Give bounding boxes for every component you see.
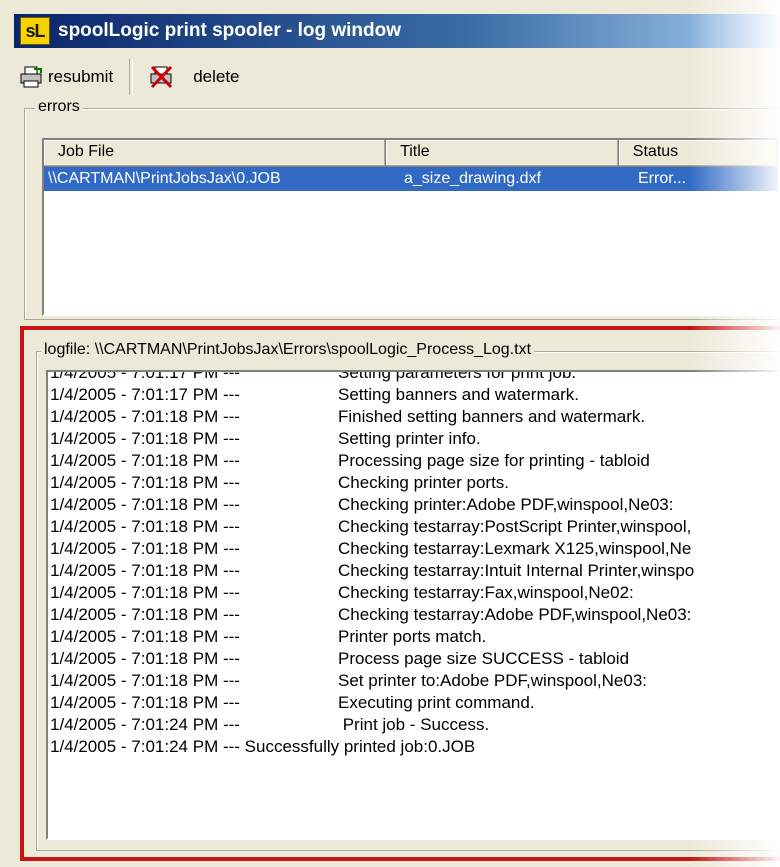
log-timestamp: 1/4/2005 - 7:01:18 PM --- [50, 495, 240, 514]
log-message: Processing page size for printing - tabl… [338, 451, 650, 470]
log-line: 1/4/2005 - 7:01:18 PM --- Process page si… [48, 648, 778, 670]
log-message: Printer ports match. [338, 627, 487, 646]
log-timestamp: 1/4/2005 - 7:01:18 PM --- [50, 539, 240, 558]
log-message: Checking testarray:Fax,winspool,Ne02: [338, 583, 634, 602]
log-timestamp: 1/4/2005 - 7:01:24 PM --- Successfully p… [50, 737, 476, 756]
log-message: Checking testarray:PostScript Printer,wi… [338, 517, 692, 536]
log-line: 1/4/2005 - 7:01:18 PM --- Processing page… [48, 450, 778, 472]
log-line: 1/4/2005 - 7:01:24 PM --- Successfully p… [48, 736, 778, 758]
delete-button[interactable]: delete [143, 61, 245, 93]
log-line: 1/4/2005 - 7:01:18 PM --- Setting printer… [48, 428, 778, 450]
resubmit-label: resubmit [48, 67, 114, 86]
log-timestamp: 1/4/2005 - 7:01:18 PM --- [50, 671, 240, 690]
log-message: Setting parameters for print job. [338, 370, 577, 382]
log-timestamp: 1/4/2005 - 7:01:18 PM --- [50, 517, 240, 536]
log-timestamp: 1/4/2005 - 7:01:18 PM --- [50, 407, 240, 426]
log-line: 1/4/2005 - 7:01:18 PM --- Checking testar… [48, 538, 778, 560]
log-timestamp: 1/4/2005 - 7:01:18 PM --- [50, 605, 240, 624]
log-line: 1/4/2005 - 7:01:18 PM --- Checking testar… [48, 604, 778, 626]
delete-label: delete [193, 67, 240, 86]
log-timestamp: 1/4/2005 - 7:01:18 PM --- [50, 429, 240, 448]
logfile-group-label: logfile: \\CARTMAN\PrintJobsJax\Errors\s… [41, 341, 535, 359]
log-line: 1/4/2005 - 7:01:18 PM --- Checking printe… [48, 472, 778, 494]
status-cell: Error... [638, 170, 687, 187]
column-header-status[interactable]: Status [619, 140, 778, 166]
log-line: 1/4/2005 - 7:01:18 PM --- Printer ports m… [48, 626, 778, 648]
log-message: Finished setting banners and watermark. [338, 407, 646, 426]
title-cell: a_size_drawing.dxf [404, 170, 541, 187]
toolbar-separator [129, 59, 134, 95]
log-line: 1/4/2005 - 7:01:18 PM --- Finished settin… [48, 406, 778, 428]
log-message: Checking testarray:Intuit Internal Print… [338, 561, 695, 580]
log-message: Setting printer info. [338, 429, 481, 448]
log-line: 1/4/2005 - 7:01:24 PM --- Print job - Su… [48, 714, 778, 736]
delete-printer-icon [150, 65, 173, 89]
log-timestamp: 1/4/2005 - 7:01:17 PM --- [50, 370, 240, 382]
job-file-cell: \\CARTMAN\PrintJobsJax\0.JOB [48, 170, 281, 187]
log-line: 1/4/2005 - 7:01:17 PM --- Setting banners… [48, 384, 778, 406]
log-lines: 1/4/2005 - 7:01:17 PM --- Setting paramet… [48, 370, 778, 758]
log-line: 1/4/2005 - 7:01:17 PM --- Setting paramet… [48, 370, 778, 384]
log-message: Process page size SUCCESS - tabloid [338, 649, 630, 668]
log-message: Checking testarray:Lexmark X125,winspool… [338, 539, 692, 558]
log-timestamp: 1/4/2005 - 7:01:17 PM --- [50, 385, 240, 404]
log-message: Checking printer:Adobe PDF,winspool,Ne03… [338, 495, 674, 514]
log-message: Checking printer ports. [338, 473, 510, 492]
log-line: 1/4/2005 - 7:01:18 PM --- Checking testar… [48, 582, 778, 604]
app-icon: sL [20, 17, 50, 45]
log-text-area[interactable]: 1/4/2005 - 7:01:17 PM --- Setting paramet… [46, 370, 780, 840]
log-timestamp: 1/4/2005 - 7:01:18 PM --- [50, 473, 240, 492]
table-row[interactable]: \\CARTMAN\PrintJobsJax\0.JOB a_size_draw… [44, 167, 778, 191]
log-line: 1/4/2005 - 7:01:18 PM --- Executing print… [48, 692, 778, 714]
log-timestamp: 1/4/2005 - 7:01:24 PM --- [50, 715, 240, 734]
log-timestamp: 1/4/2005 - 7:01:18 PM --- [50, 693, 240, 712]
column-header-job-file[interactable]: Job File [44, 140, 387, 166]
printer-icon [20, 66, 42, 88]
log-timestamp: 1/4/2005 - 7:01:18 PM --- [50, 627, 240, 646]
log-timestamp: 1/4/2005 - 7:01:18 PM --- [50, 561, 240, 580]
log-line: 1/4/2005 - 7:01:18 PM --- Checking printe… [48, 494, 778, 516]
errors-group-label: errors [35, 98, 83, 116]
log-timestamp: 1/4/2005 - 7:01:18 PM --- [50, 649, 240, 668]
log-message: Setting banners and watermark. [338, 385, 579, 404]
log-message: Executing print command. [338, 693, 535, 712]
log-line: 1/4/2005 - 7:01:18 PM --- Checking testar… [48, 560, 778, 582]
log-message: Checking testarray:Adobe PDF,winspool,Ne… [338, 605, 692, 624]
errors-list-header: Job File Title Status [44, 140, 778, 167]
log-timestamp: 1/4/2005 - 7:01:18 PM --- [50, 583, 240, 602]
title-bar[interactable]: sL spoolLogic print spooler - log window [14, 14, 780, 48]
log-line: 1/4/2005 - 7:01:18 PM --- Checking testar… [48, 516, 778, 538]
toolbar: resubmit delete [14, 55, 780, 99]
window-title: spoolLogic print spooler - log window [58, 20, 402, 41]
log-line: 1/4/2005 - 7:01:18 PM --- Set printer to:… [48, 670, 778, 692]
log-message: Set printer to:Adobe PDF,winspool,Ne03: [338, 671, 648, 690]
errors-list[interactable]: Job File Title Status \\CARTMAN\PrintJob… [42, 138, 780, 316]
log-timestamp: 1/4/2005 - 7:01:18 PM --- [50, 451, 240, 470]
log-message: Print job - Success. [338, 715, 490, 734]
column-header-title[interactable]: Title [386, 140, 619, 166]
resubmit-button[interactable]: resubmit [14, 62, 119, 92]
